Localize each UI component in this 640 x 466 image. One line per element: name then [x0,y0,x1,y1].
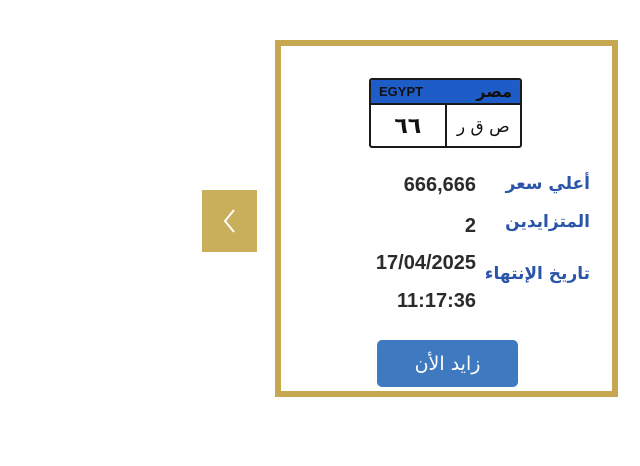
plate-body: ٦٦ ص ق ر [371,105,521,146]
plate-header: EGYPT مصر [371,80,520,105]
highest-price-value: 666,666 [403,174,476,196]
plate-country-ar: مصر [476,82,512,101]
carousel-prev-button[interactable] [202,190,257,252]
bidders-count: 2 [464,215,476,237]
plate-letters: ص ق ر [456,116,510,137]
chevron-left-icon [223,209,235,233]
plate-letters-cell: ص ق ر [444,105,521,146]
expiry-label: تاريخ الإنتهاء [484,264,590,284]
expiry-time: 11:17:36 [397,290,476,312]
highest-price-label: أعلي سعر [505,174,590,194]
plate-auction-card: EGYPT مصر ٦٦ ص ق ر أعلي سعر 666,666 المت… [275,40,618,397]
license-plate: EGYPT مصر ٦٦ ص ق ر [369,78,522,148]
bid-now-button[interactable]: زايد الأن [377,340,518,387]
plate-numbers-cell: ٦٦ [371,105,445,146]
bidders-label: المتزايدين [505,212,590,232]
plate-numbers: ٦٦ [394,114,422,139]
plate-country-en: EGYPT [379,84,424,99]
expiry-date: 17/04/2025 [375,252,476,274]
